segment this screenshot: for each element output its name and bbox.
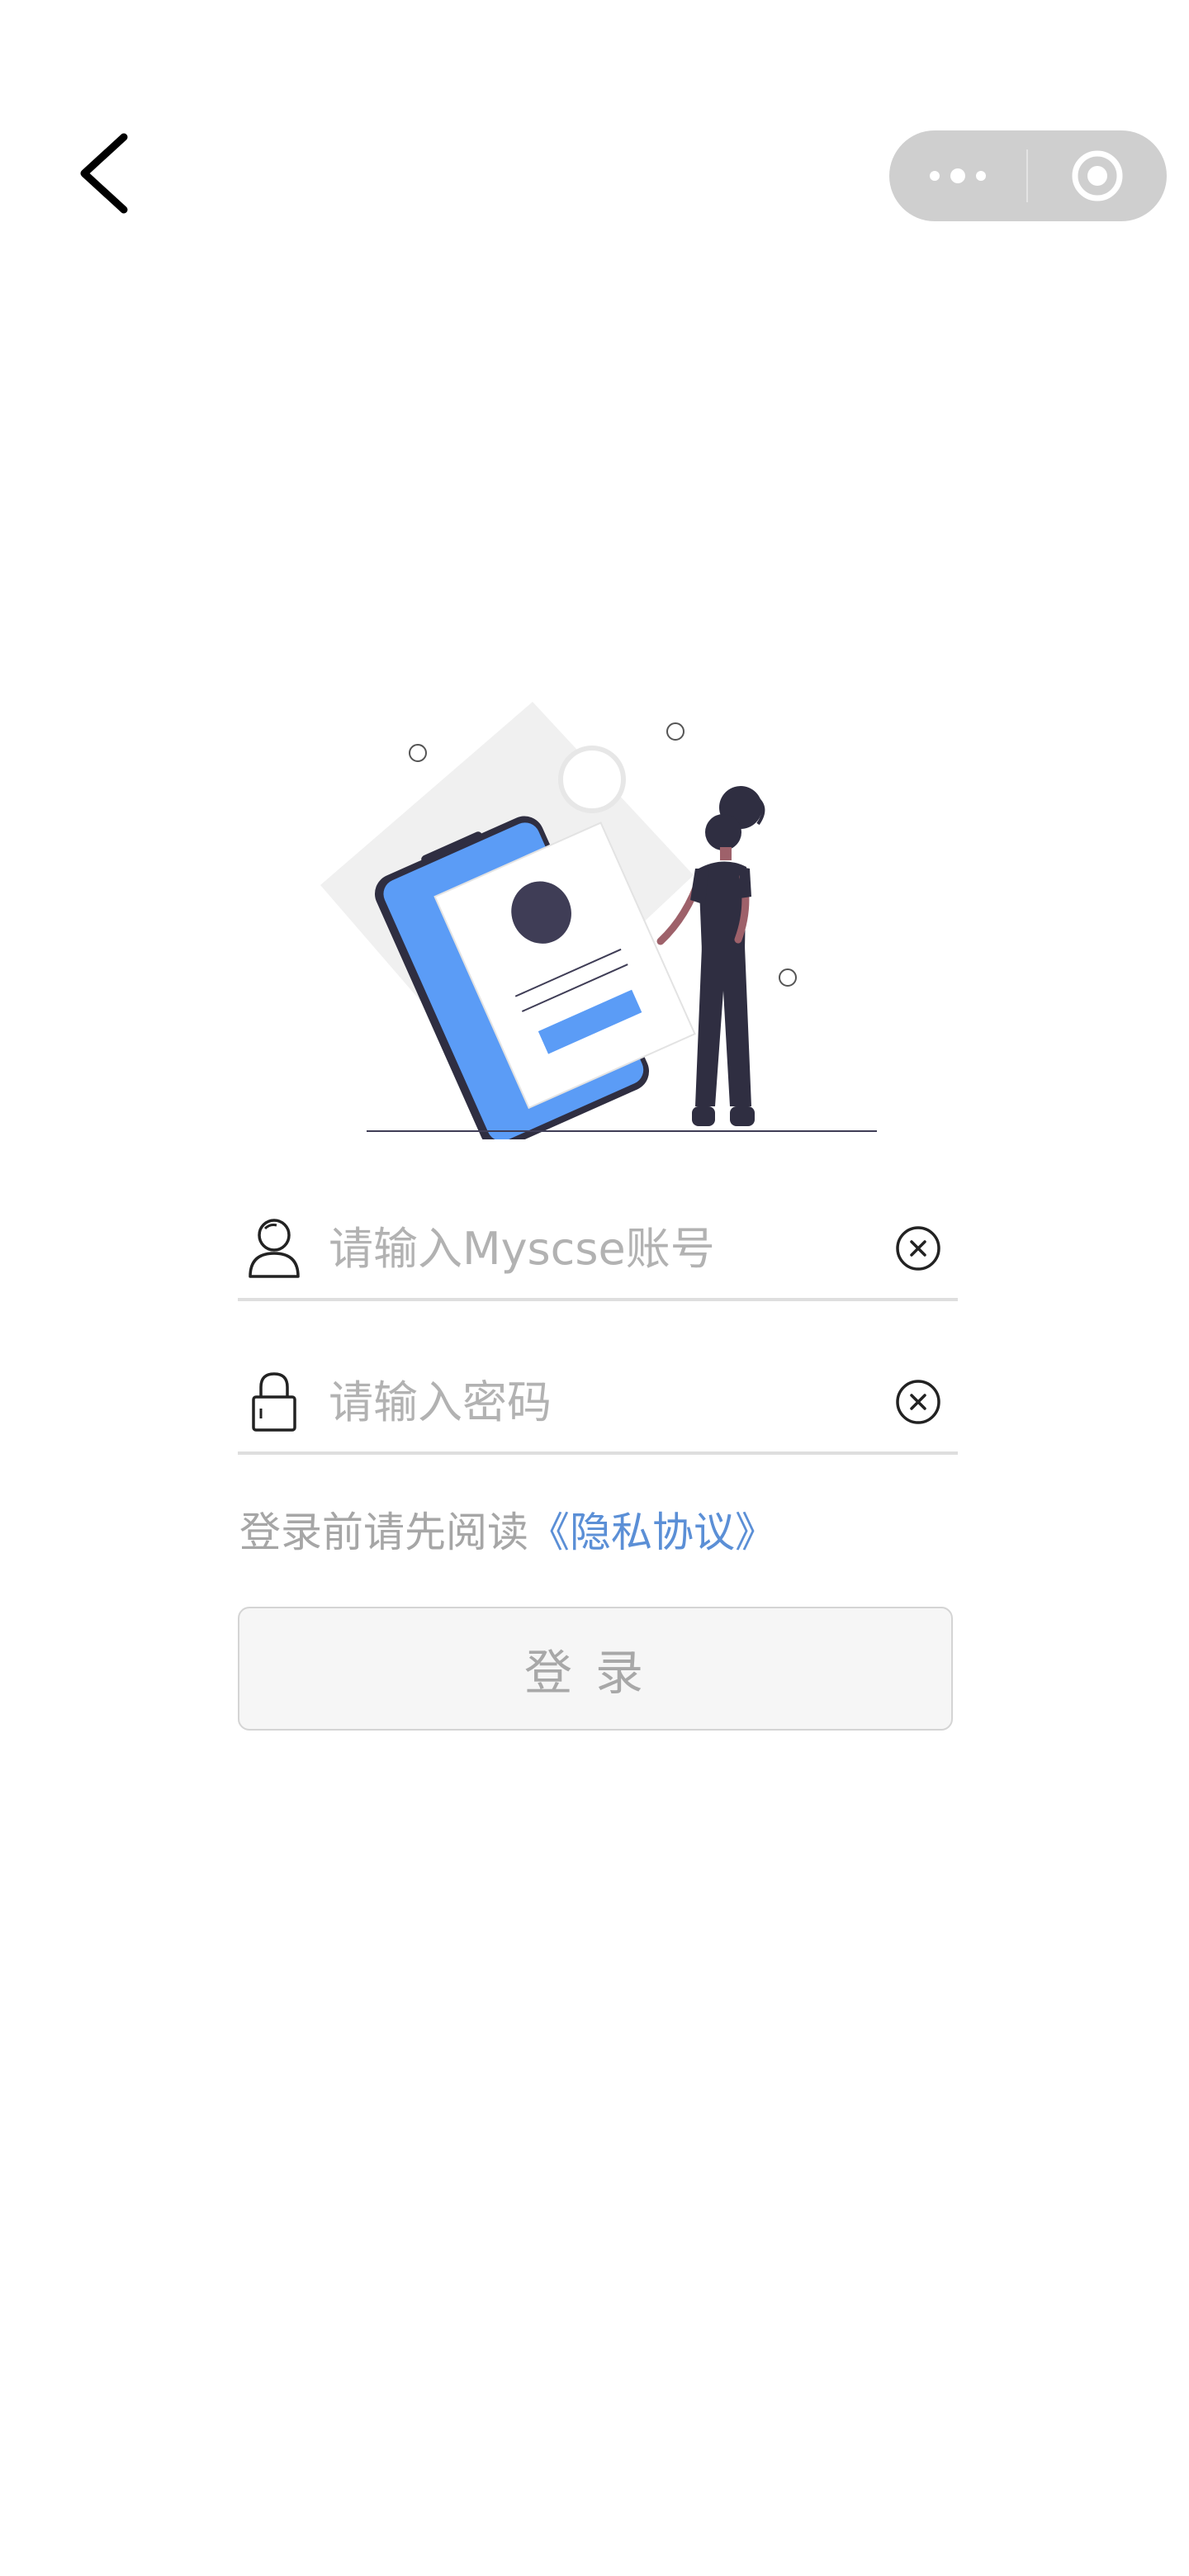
clear-circle-x-icon[interactable] <box>893 1377 943 1427</box>
privacy-policy-link[interactable]: 《隐私协议》 <box>528 1508 776 1556</box>
user-icon <box>243 1214 306 1283</box>
privacy-notice: 登录前请先阅读《隐私协议》 <box>239 1504 776 1560</box>
target-circle-icon <box>1072 150 1123 201</box>
account-input[interactable] <box>329 1207 893 1290</box>
more-button[interactable] <box>889 130 1026 221</box>
login-illustration <box>320 702 877 1139</box>
back-button[interactable] <box>66 124 140 223</box>
close-miniprogram-button[interactable] <box>1028 130 1167 221</box>
clear-circle-x-icon[interactable] <box>893 1224 943 1273</box>
menu-capsule <box>889 130 1167 221</box>
more-dots-icon <box>930 168 986 183</box>
privacy-prefix: 登录前请先阅读 <box>239 1508 528 1556</box>
account-field <box>238 1199 958 1301</box>
password-field <box>238 1352 958 1455</box>
password-input[interactable] <box>329 1361 893 1443</box>
login-button[interactable]: 登录 <box>238 1607 953 1731</box>
chevron-left-icon <box>80 133 128 214</box>
lock-icon <box>243 1367 306 1437</box>
